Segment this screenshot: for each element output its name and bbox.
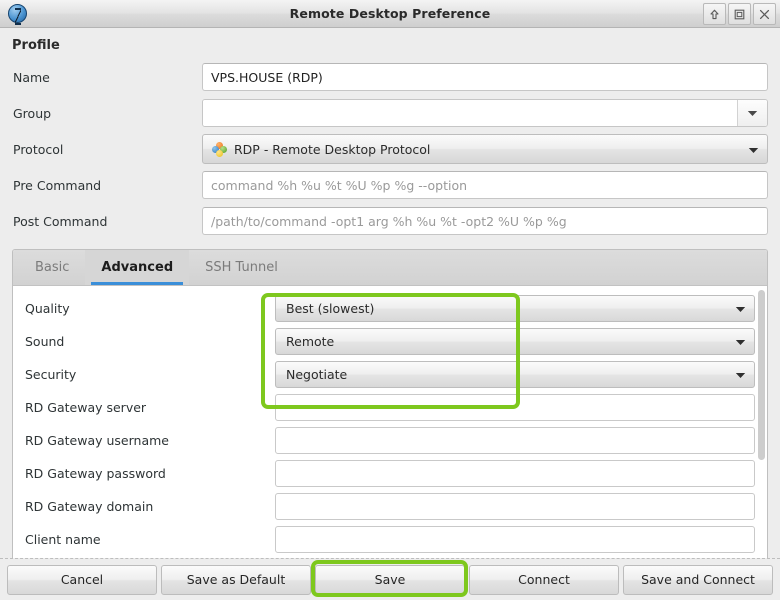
label-rd-gateway-domain: RD Gateway domain (25, 499, 154, 514)
up-arrow-icon (710, 9, 719, 19)
group-input[interactable] (203, 100, 737, 126)
quality-combo[interactable]: Best (slowest) (275, 295, 755, 322)
scrollbar-thumb[interactable] (758, 290, 765, 460)
label-rd-gateway-username: RD Gateway username (25, 433, 169, 448)
row-client-name: Client name (25, 523, 755, 556)
save-as-default-button[interactable]: Save as Default (161, 564, 311, 595)
label-name: Name (13, 69, 50, 85)
connect-button[interactable]: Connect (469, 564, 619, 595)
group-dropdown-button[interactable] (737, 100, 767, 126)
save-and-connect-button[interactable]: Save and Connect (623, 564, 773, 595)
section-title-profile: Profile (12, 38, 60, 53)
row-sound: Sound Remote (25, 325, 755, 358)
chevron-down-icon (748, 142, 759, 157)
shade-button[interactable] (703, 3, 726, 25)
client-name-input[interactable] (275, 526, 755, 553)
label-post-command: Post Command (13, 213, 108, 229)
save-button[interactable]: Save (315, 564, 465, 595)
pre-command-input[interactable]: command %h %u %t %U %p %g --option (202, 171, 768, 199)
row-group: Group (12, 95, 768, 131)
row-rd-gateway-username: RD Gateway username (25, 424, 755, 457)
label-sound: Sound (25, 334, 65, 349)
protocol-value: RDP - Remote Desktop Protocol (234, 141, 431, 157)
row-quality: Quality Best (slowest) (25, 292, 755, 325)
maximize-button[interactable] (728, 3, 751, 25)
remmina-preference-window: Remote Desktop Preference Profile Name V… (0, 0, 780, 600)
advanced-tab-content: Quality Best (slowest) Sound Remote Secu… (13, 286, 767, 558)
tabstrip: Basic Advanced SSH Tunnel (13, 250, 767, 286)
tab-basic[interactable]: Basic (19, 250, 85, 285)
row-post-command: Post Command /path/to/command -opt1 arg … (12, 203, 768, 239)
security-combo[interactable]: Negotiate (275, 361, 755, 388)
label-security: Security (25, 367, 77, 382)
chevron-down-icon (735, 301, 746, 316)
label-client-name: Client name (25, 532, 101, 547)
row-rd-gateway-password: RD Gateway password (25, 457, 755, 490)
remmina-icon (3, 0, 31, 28)
row-protocol: Protocol RDP - Remote Desktop Protocol (12, 131, 768, 167)
maximize-icon (734, 9, 745, 19)
name-input[interactable]: VPS.HOUSE (RDP) (202, 63, 768, 91)
security-value: Negotiate (286, 367, 348, 382)
cancel-button[interactable]: Cancel (7, 564, 157, 595)
protocol-combo[interactable]: RDP - Remote Desktop Protocol (202, 134, 768, 164)
chevron-down-icon (735, 367, 746, 382)
label-group: Group (13, 105, 52, 121)
row-rd-gateway-domain: RD Gateway domain (25, 490, 755, 523)
quality-value: Best (slowest) (286, 301, 375, 316)
row-security: Security Negotiate (25, 358, 755, 391)
label-rd-gateway-server: RD Gateway server (25, 400, 147, 415)
rd-gateway-server-input[interactable] (275, 394, 755, 421)
settings-notebook: Basic Advanced SSH Tunnel Quality Best (… (12, 249, 768, 558)
sound-value: Remote (286, 334, 335, 349)
window-title: Remote Desktop Preference (289, 6, 491, 21)
dialog-button-bar: Cancel Save as Default Save Connect Save… (0, 558, 780, 600)
row-pre-command: Pre Command command %h %u %t %U %p %g --… (12, 167, 768, 203)
window-controls (701, 2, 776, 26)
close-icon (759, 9, 770, 19)
chevron-down-icon (735, 334, 746, 349)
rdp-icon (212, 141, 227, 157)
profile-section: Profile Name VPS.HOUSE (RDP) Group Proto… (0, 28, 780, 243)
label-protocol: Protocol (13, 141, 64, 157)
group-combo-entry[interactable] (202, 99, 768, 127)
tab-ssh-tunnel[interactable]: SSH Tunnel (189, 250, 294, 285)
chevron-down-icon (747, 110, 758, 116)
tab-advanced[interactable]: Advanced (85, 250, 190, 285)
row-name: Name VPS.HOUSE (RDP) (12, 59, 768, 95)
close-button[interactable] (753, 3, 776, 25)
rd-gateway-username-input[interactable] (275, 427, 755, 454)
label-rd-gateway-password: RD Gateway password (25, 466, 166, 481)
label-quality: Quality (25, 301, 70, 316)
titlebar: Remote Desktop Preference (0, 0, 780, 28)
label-pre-command: Pre Command (13, 177, 102, 193)
rd-gateway-domain-input[interactable] (275, 493, 755, 520)
sound-combo[interactable]: Remote (275, 328, 755, 355)
row-rd-gateway-server: RD Gateway server (25, 391, 755, 424)
rd-gateway-password-input[interactable] (275, 460, 755, 487)
advanced-scrollbar[interactable] (758, 290, 765, 556)
post-command-input[interactable]: /path/to/command -opt1 arg %h %u %t -opt… (202, 207, 768, 235)
